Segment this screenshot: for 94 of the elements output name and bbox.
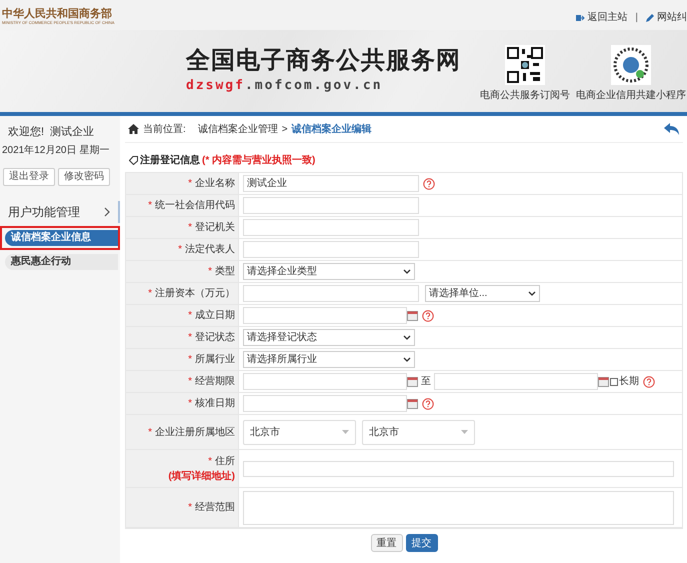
select-field[interactable]: 请选择所属行业 [243,351,415,368]
field-label: 法定代表人 [185,242,235,257]
field-label: 经营范围 [195,500,235,515]
logo-title: 中华人民共和国商务部 [2,8,113,20]
chevron-down-icon [403,269,411,274]
field-label: 企业名称 [195,176,235,191]
exit-icon [576,14,586,22]
sidebar-item[interactable]: 惠民惠企行动 [5,254,118,270]
required-mark: * [148,287,152,301]
company-name: 测试企业 [50,125,94,140]
help-icon[interactable] [643,376,655,388]
input-field[interactable] [243,197,419,214]
field-label: 住所 [215,454,235,468]
input-field[interactable] [243,241,419,258]
region-select[interactable]: 北京市 [243,420,356,444]
chevron-down-icon [403,357,411,362]
select-field[interactable]: 请选择企业类型 [243,263,415,280]
input-field[interactable] [243,460,674,476]
required-mark: * [208,265,212,279]
site-title: 全国电子商务公共服务网 [186,46,461,76]
calendar-icon[interactable] [407,398,418,408]
site-url: dzswgf.mofcom.gov.cn [186,77,384,96]
required-mark: * [188,501,192,515]
caret-icon [342,430,349,434]
help-icon[interactable] [422,398,434,410]
input-field[interactable] [243,219,419,236]
long-term-checkbox[interactable]: 长期 [610,374,639,389]
breadcrumb-link[interactable]: 诚信档案企业编辑 [292,122,372,136]
required-mark: * [188,375,192,389]
header-link[interactable]: 返回主站 [576,10,628,25]
help-icon[interactable] [422,310,434,322]
qr-caption: 电商公共服务订阅号 [480,88,570,103]
textarea-field[interactable] [243,490,674,524]
field-label: 核准日期 [195,396,235,411]
field-label: 类型 [215,264,235,279]
sidebar-button[interactable]: 修改密码 [58,168,110,186]
section-title: 注册登记信息 [140,153,200,168]
chevron-down-icon [528,291,536,296]
field-note: (填写详细地址) [168,469,235,484]
sidebar-button[interactable]: 退出登录 [3,168,55,186]
required-mark: * [178,243,182,257]
help-icon[interactable] [423,178,435,190]
required-mark: * [208,454,212,468]
calendar-icon[interactable] [407,310,418,320]
qr-caption: 电商企业信用共建小程序 [576,88,686,103]
menu-header[interactable]: 用户功能管理 [0,200,120,222]
required-mark: * [188,331,192,345]
input-field[interactable] [243,285,419,302]
required-mark: * [188,397,192,411]
required-mark: * [148,199,152,213]
select-field[interactable]: 请选择登记状态 [243,329,415,346]
required-mark: * [188,353,192,367]
header-link[interactable]: 网站纠 [646,10,687,25]
breadcrumb-separator: > [282,122,288,136]
required-mark: * [188,221,192,235]
input-field[interactable] [243,307,407,324]
field-label: 成立日期 [195,308,235,323]
region-select[interactable]: 北京市 [362,420,475,444]
input-field[interactable] [434,373,598,390]
field-label: 登记状态 [195,330,235,345]
pen-icon [646,14,655,22]
range-separator: 至 [421,375,431,389]
field-label: 经营期限 [195,374,235,389]
qr-code-icon [505,45,545,85]
calendar-icon[interactable] [598,376,609,386]
breadcrumb-label: 当前位置: [143,122,186,136]
home-icon [128,124,139,134]
form-button[interactable]: 提交 [406,534,438,552]
tag-icon [129,156,138,165]
field-label: 登记机关 [195,220,235,235]
field-label: 统一社会信用代码 [155,198,235,213]
back-arrow-icon[interactable] [664,122,680,136]
chevron-down-icon [403,335,411,340]
chevron-right-icon [104,206,110,216]
welcome-text: 欢迎您! [8,124,44,140]
field-label: 所属行业 [195,352,235,367]
required-mark: * [148,426,152,440]
calendar-icon[interactable] [407,376,418,386]
caret-icon [461,430,468,434]
form-button[interactable]: 重置 [370,534,402,552]
date-text: 2021年12月20日 星期一 [1,144,110,158]
link-separator: | [635,11,638,25]
unit-select[interactable]: 请选择单位... [425,285,540,302]
qr-code-icon [611,45,651,85]
section-note: (* 内容需与营业执照一致) [202,153,316,168]
required-mark: * [188,177,192,191]
required-mark: * [188,309,192,323]
sidebar-item[interactable]: 诚信档案企业信息 [5,230,118,246]
input-field[interactable]: 测试企业 [243,175,419,192]
input-field[interactable] [243,395,407,412]
field-label: 注册资本（万元） [155,286,235,301]
input-field[interactable] [243,373,407,390]
field-label: 企业注册所属地区 [155,426,235,440]
breadcrumb-link[interactable]: 诚信档案企业管理 [198,122,278,136]
